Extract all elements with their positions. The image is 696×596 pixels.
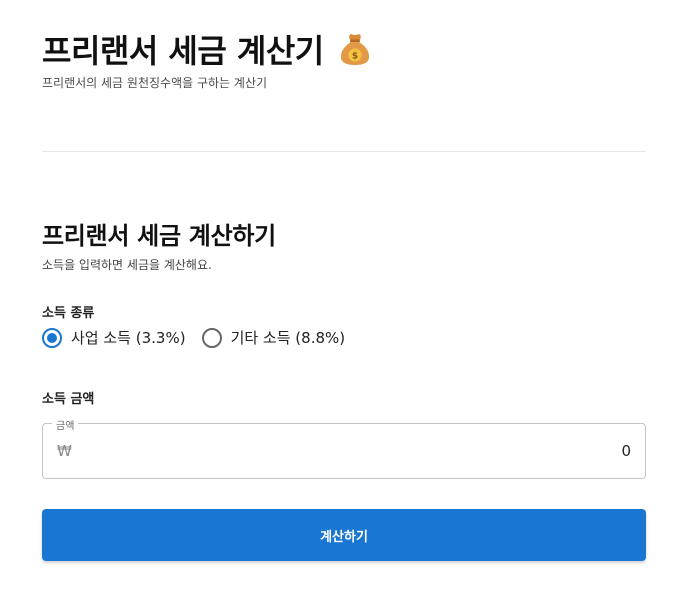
- income-type-radio-group: 사업 소득 (3.3%) 기타 소득 (8.8%): [42, 327, 361, 348]
- page-title: 프리랜서 세금 계산기: [42, 32, 324, 70]
- radio-other-income[interactable]: 기타 소득 (8.8%): [201, 327, 346, 348]
- calculator-description: 소득을 입력하면 세금을 계산해요.: [42, 258, 212, 272]
- won-currency-icon: ₩: [57, 442, 72, 460]
- page-subtitle: 프리랜서의 세금 원천징수액을 구하는 계산기: [42, 76, 268, 90]
- title-row: 프리랜서 세금 계산기 $: [42, 26, 372, 72]
- amount-field[interactable]: 금액 ₩ 0: [42, 417, 646, 479]
- radio-unchecked-icon[interactable]: [201, 327, 222, 348]
- svg-text:$: $: [352, 52, 358, 62]
- radio-business-income[interactable]: 사업 소득 (3.3%): [42, 327, 186, 348]
- radio-label: 기타 소득 (8.8%): [230, 329, 346, 347]
- calculate-button[interactable]: 계산하기: [42, 509, 646, 561]
- amount-field-legend: 금액: [52, 417, 79, 432]
- amount-input[interactable]: 0: [621, 442, 631, 460]
- calculator-title: 프리랜서 세금 계산하기: [42, 222, 276, 250]
- divider: [42, 151, 646, 152]
- radio-label: 사업 소득 (3.3%): [71, 329, 186, 347]
- income-type-label: 소득 종류: [42, 306, 95, 321]
- money-bag-icon: $: [338, 31, 372, 67]
- income-amount-label: 소득 금액: [42, 392, 95, 407]
- radio-checked-icon[interactable]: [42, 327, 62, 348]
